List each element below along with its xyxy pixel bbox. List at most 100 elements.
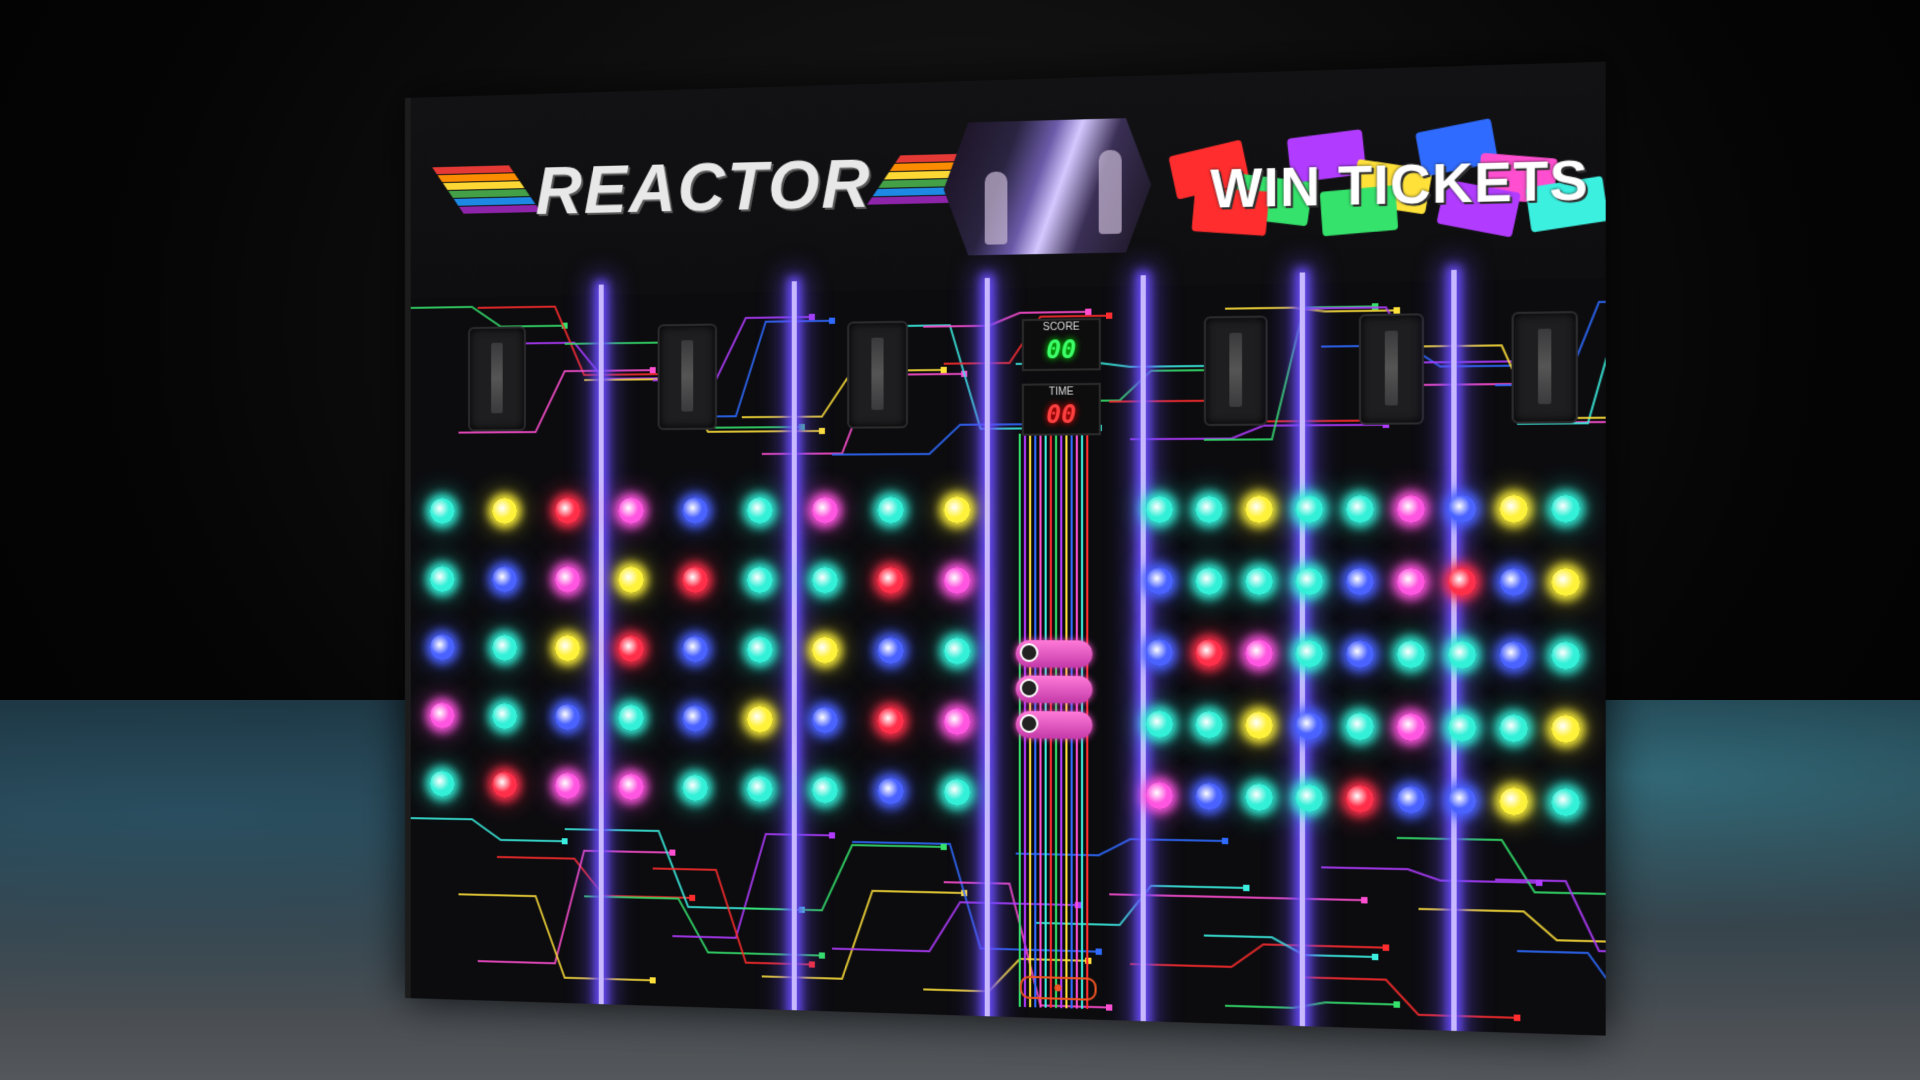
light-button[interactable] [746, 566, 773, 594]
light-button[interactable] [746, 496, 773, 524]
light-button[interactable] [1145, 495, 1174, 524]
light-button[interactable] [554, 634, 581, 662]
light-button[interactable] [1145, 567, 1174, 595]
light-button[interactable] [429, 497, 455, 524]
light-button[interactable] [877, 707, 904, 735]
light-button[interactable] [1145, 638, 1174, 667]
light-button[interactable] [1195, 782, 1223, 811]
light-button[interactable] [1295, 784, 1324, 813]
light-button[interactable] [877, 496, 904, 524]
light-button[interactable] [1245, 567, 1273, 596]
light-button[interactable] [811, 496, 839, 524]
light-button[interactable] [1345, 567, 1375, 596]
light-button[interactable] [1245, 711, 1273, 740]
light-button[interactable] [1551, 494, 1581, 523]
light-button[interactable] [877, 566, 904, 594]
light-button[interactable] [943, 778, 971, 806]
game-mode-button[interactable] [1015, 710, 1093, 739]
light-button[interactable] [1499, 787, 1529, 816]
light-button[interactable] [682, 566, 709, 594]
light-button[interactable] [618, 566, 644, 593]
light-button[interactable] [682, 497, 709, 524]
rainbow-stripes-icon [432, 165, 543, 216]
light-button[interactable] [492, 771, 518, 798]
light-button[interactable] [618, 773, 644, 801]
light-button[interactable] [492, 566, 518, 593]
light-button[interactable] [492, 702, 518, 730]
light-button[interactable] [618, 497, 644, 524]
light-button[interactable] [1145, 781, 1174, 810]
light-button[interactable] [943, 637, 971, 665]
light-button[interactable] [1551, 641, 1581, 670]
score-label: SCORE [1042, 321, 1080, 334]
light-button[interactable] [1551, 568, 1581, 597]
light-button[interactable] [682, 705, 709, 732]
light-button[interactable] [492, 497, 518, 524]
light-button[interactable] [1295, 639, 1324, 668]
light-button[interactable] [1245, 783, 1273, 812]
light-button[interactable] [1396, 713, 1426, 742]
light-button[interactable] [554, 772, 581, 800]
game-mode-button[interactable] [1015, 675, 1093, 704]
light-button[interactable] [429, 634, 455, 661]
circuit-trace [1109, 894, 1364, 900]
light-button[interactable] [811, 566, 839, 594]
light-button[interactable] [1396, 495, 1426, 523]
light-button[interactable] [943, 496, 971, 524]
light-button[interactable] [1245, 639, 1273, 668]
light-button[interactable] [746, 705, 773, 733]
light-button[interactable] [554, 566, 581, 593]
light-button[interactable] [1295, 567, 1324, 596]
light-button[interactable] [1499, 567, 1529, 597]
light-button[interactable] [554, 497, 581, 524]
light-button[interactable] [1447, 494, 1477, 523]
light-button[interactable] [1345, 495, 1375, 523]
light-button[interactable] [1396, 567, 1426, 596]
light-button[interactable] [1345, 712, 1375, 741]
light-button[interactable] [554, 703, 581, 731]
light-button[interactable] [1345, 784, 1375, 813]
color-clash-icon [1019, 714, 1039, 734]
light-button[interactable] [1551, 788, 1581, 817]
light-button[interactable] [1195, 710, 1223, 739]
light-button[interactable] [1499, 641, 1529, 670]
light-button[interactable] [1295, 495, 1324, 524]
light-button[interactable] [492, 634, 518, 661]
light-button[interactable] [1447, 786, 1477, 815]
light-button[interactable] [1195, 567, 1223, 595]
light-button[interactable] [1195, 495, 1223, 524]
trace-node [1074, 901, 1081, 909]
light-button[interactable] [1447, 713, 1477, 742]
light-button[interactable] [1499, 494, 1529, 523]
light-button[interactable] [811, 706, 839, 734]
trace-node [828, 317, 836, 324]
light-button[interactable] [429, 770, 455, 797]
light-button[interactable] [682, 774, 709, 802]
light-button[interactable] [746, 775, 773, 803]
light-button[interactable] [618, 635, 644, 662]
light-button[interactable] [1447, 640, 1477, 669]
light-button[interactable] [1396, 640, 1426, 669]
light-button[interactable] [877, 777, 904, 805]
light-button[interactable] [1447, 567, 1477, 596]
light-button[interactable] [943, 707, 971, 736]
light-button[interactable] [811, 776, 839, 804]
game-mode-button[interactable] [1015, 640, 1093, 668]
light-button[interactable] [1145, 710, 1174, 738]
light-button[interactable] [877, 637, 904, 665]
light-button[interactable] [1245, 495, 1273, 524]
light-button[interactable] [1551, 714, 1581, 744]
light-button[interactable] [1195, 639, 1223, 667]
light-button[interactable] [1345, 640, 1375, 668]
light-button[interactable] [682, 635, 709, 663]
light-button[interactable] [1295, 711, 1324, 740]
light-button[interactable] [943, 566, 971, 595]
light-button[interactable] [618, 704, 644, 732]
circuit-trace [1517, 951, 1606, 1001]
light-button[interactable] [1499, 714, 1529, 743]
light-button[interactable] [746, 636, 773, 664]
light-button[interactable] [429, 702, 455, 729]
light-button[interactable] [429, 566, 455, 593]
light-button[interactable] [1396, 785, 1426, 814]
light-button[interactable] [811, 636, 839, 664]
